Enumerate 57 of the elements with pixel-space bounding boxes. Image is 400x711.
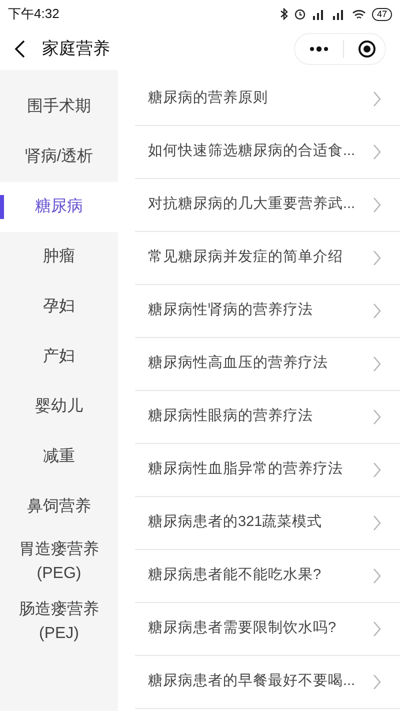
category-item[interactable]: 婴幼儿 [0,382,118,432]
back-icon[interactable] [14,40,26,58]
category-item[interactable]: 孕妇 [0,282,118,332]
article-title: 糖尿病患者需要限制饮水吗? [148,619,338,638]
article-row[interactable]: 糖尿病患者需要限制饮水吗? [135,603,400,656]
article-title: 常见糖尿病并发症的简单介绍 [148,248,344,268]
more-icon[interactable] [309,46,329,52]
article-title: 糖尿病性眼病的营养疗法 [148,406,314,426]
article-row[interactable]: 对抗糖尿病的几大重要营养武... [135,179,400,232]
article-row[interactable]: 糖尿病性血脂异常的营养疗法 [135,444,400,497]
article-row[interactable]: 常见糖尿病并发症的简单介绍 [135,232,400,285]
article-title: 糖尿病患者的321蔬菜模式 [148,513,324,532]
page-title: 家庭营养 [42,38,110,60]
signal-icon [312,8,326,20]
chevron-icon [372,356,382,372]
chevron-icon [372,674,382,690]
bluetooth-icon [280,8,288,20]
chevron-icon [372,568,382,584]
article-row[interactable]: 糖尿病的营养原则 [135,73,400,126]
article-row[interactable]: 糖尿病性眼病的营养疗法 [135,391,400,444]
signal-icon [332,8,346,20]
category-item[interactable]: 糖尿病 [0,182,118,232]
chevron-icon [372,250,382,266]
category-item[interactable]: 胃造瘘营养 (PEG) [0,532,118,592]
article-title: 糖尿病患者能不能吃水果? [148,566,322,586]
chevron-icon [372,462,382,478]
chevron-icon [372,91,382,107]
article-title: 如何快速筛选糖尿病的合适食... [148,142,356,162]
category-item[interactable]: 减重 [0,432,118,482]
chevron-icon [372,621,382,637]
battery-level: 47 [372,8,392,20]
chevron-icon [372,144,382,160]
article-row[interactable]: 糖尿病性肾病的营养疗法 [135,285,400,338]
article-row[interactable]: 糖尿病性高血压的营养疗法 [135,338,400,391]
category-item[interactable]: 肾病/透析 [0,132,118,182]
chevron-icon [372,409,382,425]
article-title: 糖尿病性血脂异常的营养疗法 [148,460,344,480]
status-time: 下午4:32 [8,5,60,24]
article-title: 糖尿病患者的早餐最好不要喝... [148,672,356,692]
category-item[interactable]: 围手术期 [0,82,118,132]
chevron-icon [372,303,382,319]
article-row[interactable]: 如何快速筛选糖尿病的合适食... [135,126,400,179]
alarm-icon [294,8,306,20]
wifi-icon [352,8,366,20]
category-item[interactable]: 产妇 [0,332,118,382]
article-title: 糖尿病的营养原则 [148,88,269,108]
chevron-icon [372,515,382,531]
article-title: 对抗糖尿病的几大重要营养武... [148,194,356,214]
category-item[interactable]: 肿瘤 [0,232,118,282]
chevron-icon [372,197,382,213]
article-title: 糖尿病性高血压的营养疗法 [148,354,329,374]
article-row[interactable]: 糖尿病患者能不能吃水果? [135,550,400,603]
article-title: 糖尿病性肾病的营养疗法 [148,300,314,320]
category-item[interactable]: 鼻饲营养 [0,482,118,532]
article-row[interactable]: 糖尿病患者的321蔬菜模式 [135,497,400,550]
category-item[interactable]: 肠造瘘营养 (PEJ) [0,592,118,652]
article-row[interactable]: 糖尿病患者的早餐最好不要喝... [135,656,400,709]
